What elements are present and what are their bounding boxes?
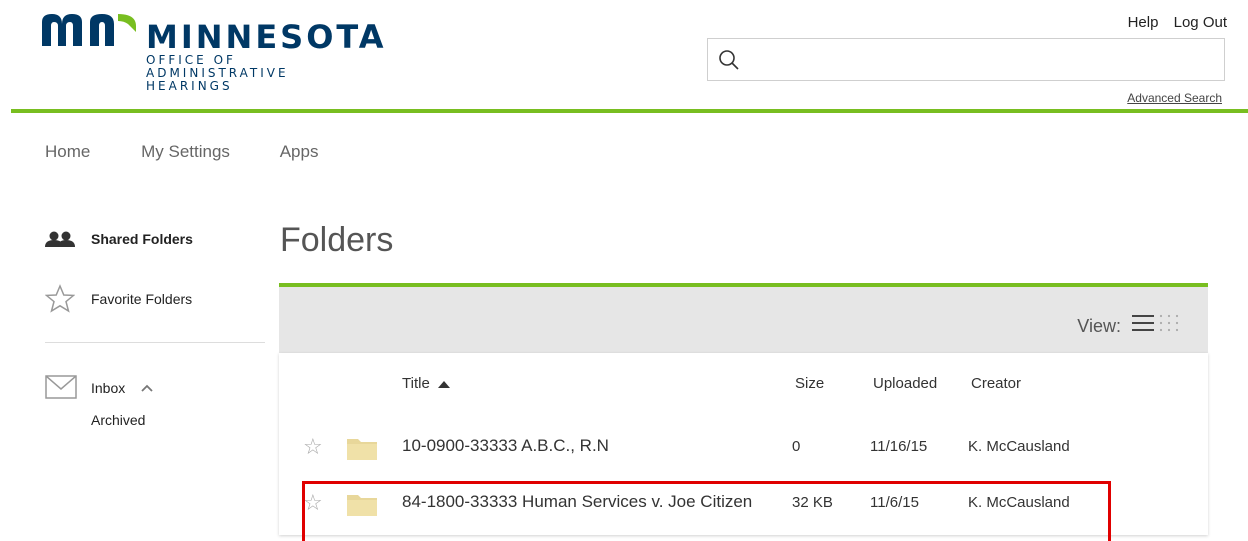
folder-creator: K. McCausland: [968, 438, 1070, 455]
mn-logo-mark: [42, 14, 136, 46]
column-header-creator[interactable]: Creator: [971, 375, 1021, 392]
header-divider: [11, 109, 1248, 113]
help-link[interactable]: Help: [1128, 14, 1159, 31]
column-header-title[interactable]: Title: [402, 375, 450, 392]
sidebar-item-label: Inbox: [91, 380, 126, 396]
chevron-up-icon[interactable]: [141, 384, 153, 392]
folder-title[interactable]: 10-0900-33333 A.B.C., R.N: [402, 436, 609, 456]
sidebar-item-archived[interactable]: Archived: [91, 412, 145, 428]
search-box[interactable]: [707, 38, 1225, 81]
people-icon: [45, 231, 75, 247]
highlight-box: [302, 481, 1111, 541]
folder-uploaded: 11/16/15: [870, 438, 928, 455]
logo[interactable]: MINNESOTA OFFICE OF ADMINISTRATIVE HEARI…: [42, 6, 384, 106]
list-view-icon[interactable]: [1132, 314, 1154, 332]
column-header-size[interactable]: Size: [795, 375, 824, 392]
grid-view-icon[interactable]: [1158, 313, 1180, 333]
sidebar-divider: [45, 342, 265, 343]
advanced-search-link[interactable]: Advanced Search: [1127, 91, 1222, 105]
logo-subtitle: OFFICE OF ADMINISTRATIVE HEARINGS: [146, 53, 289, 93]
favorite-star-icon[interactable]: ☆: [303, 434, 323, 460]
sidebar-item-label: Shared Folders: [91, 231, 193, 247]
sort-ascending-icon: [437, 381, 450, 388]
search-icon[interactable]: [718, 49, 740, 71]
sidebar-item-label: Favorite Folders: [91, 291, 193, 307]
logo-title: MINNESOTA: [146, 18, 387, 56]
page-title: Folders: [280, 221, 394, 259]
logout-link[interactable]: Log Out: [1174, 14, 1227, 31]
table-row[interactable]: ☆ 10-0900-33333 A.B.C., R.N 0 11/16/15 K…: [279, 420, 1208, 476]
folder-icon: [347, 439, 377, 460]
main-nav: Home My Settings Apps: [45, 142, 364, 162]
folder-size: 0: [792, 438, 801, 455]
column-header-uploaded[interactable]: Uploaded: [873, 375, 937, 392]
top-links: Help Log Out: [1117, 14, 1227, 31]
view-label: View:: [1077, 316, 1121, 336]
mail-icon: [45, 375, 77, 399]
nav-my-settings[interactable]: My Settings: [141, 142, 230, 161]
nav-apps[interactable]: Apps: [280, 142, 319, 161]
nav-home[interactable]: Home: [45, 142, 90, 161]
folders-toolbar: View:: [279, 283, 1208, 353]
star-icon: [45, 284, 75, 313]
search-input[interactable]: [748, 45, 1212, 75]
